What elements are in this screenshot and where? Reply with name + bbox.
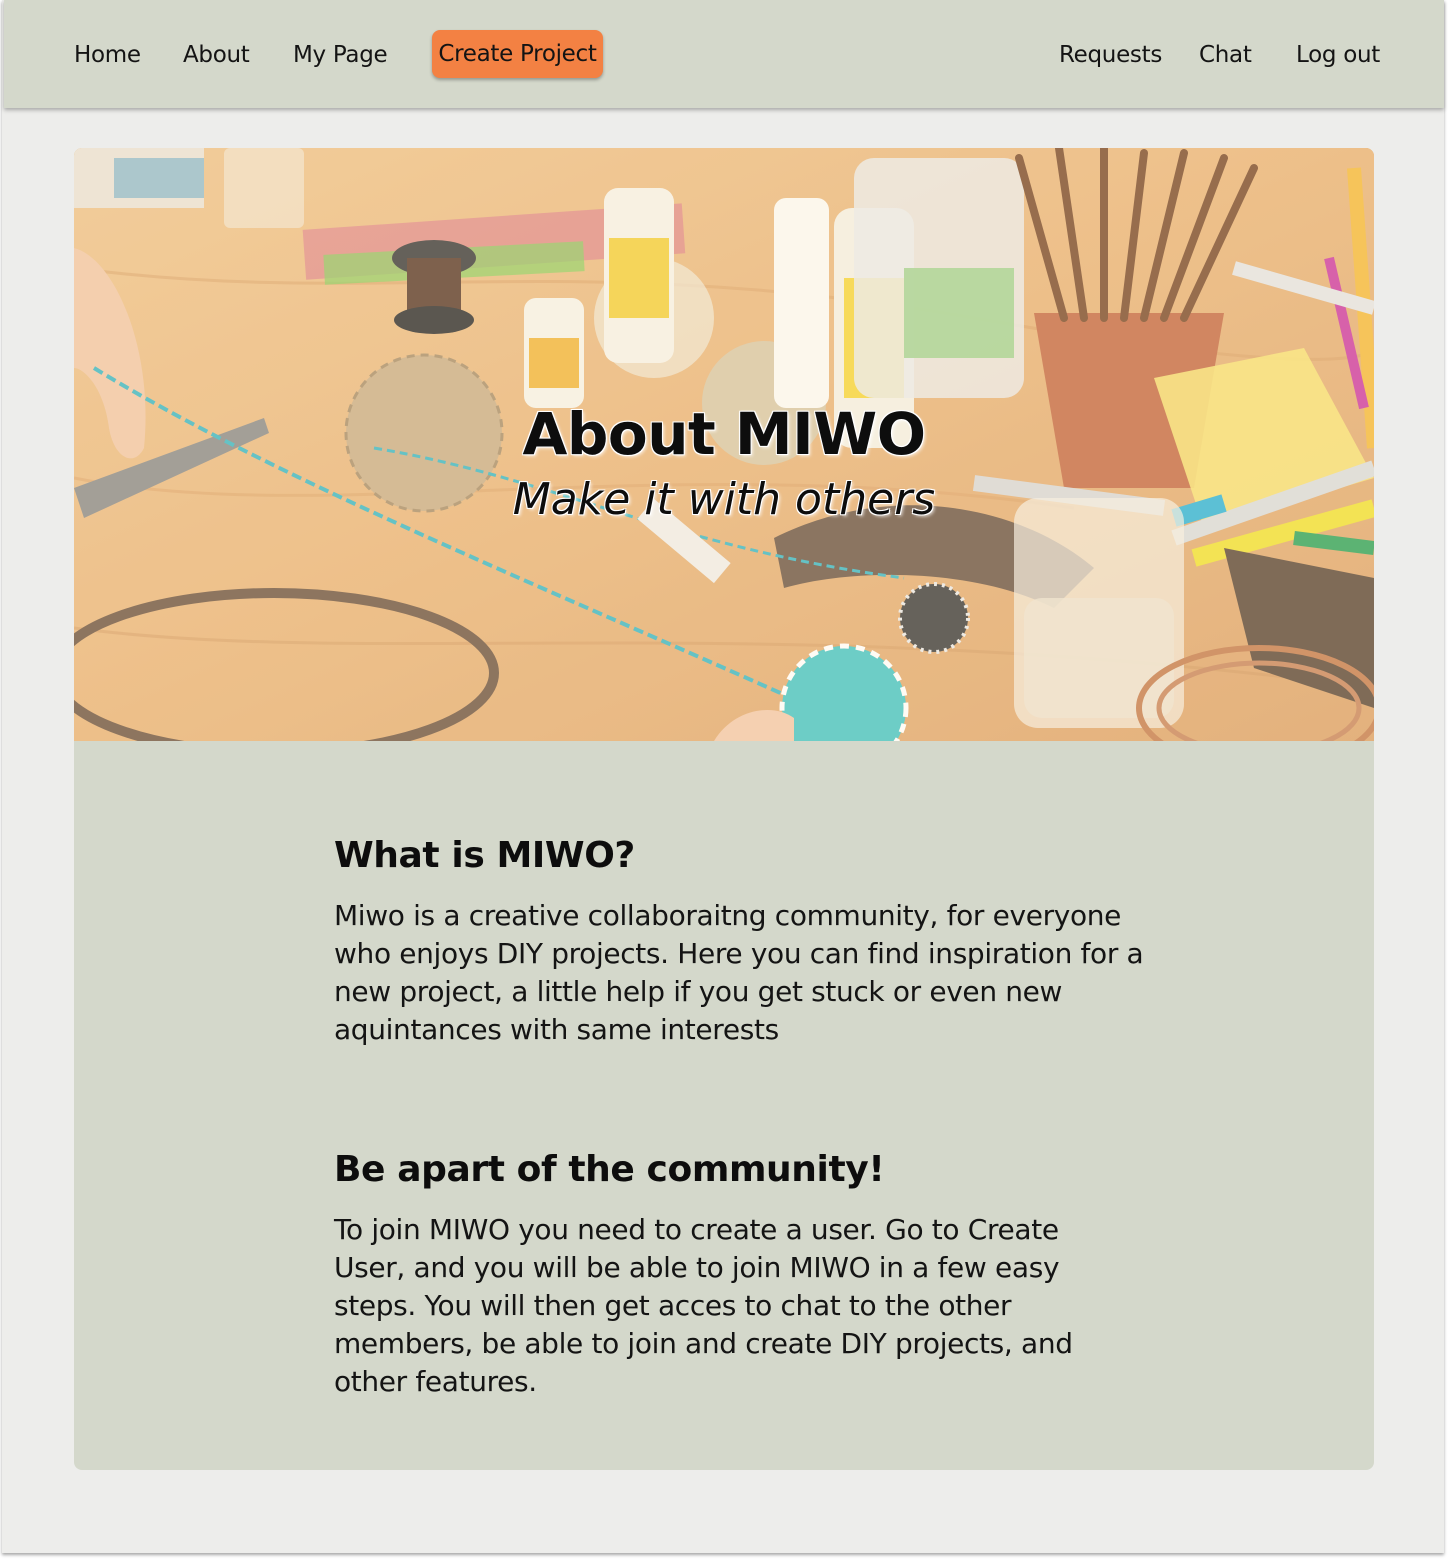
nav-about-link[interactable]: About [183,38,250,72]
section-heading-what-is-miwo: What is MIWO? [334,835,635,876]
about-card: About MIWO Make it with others What is M… [74,148,1374,1470]
section-heading-join-community: Be apart of the community! [334,1149,885,1190]
hero-title: About MIWO [522,400,926,468]
section-body-what-is-miwo: Miwo is a creative collaboraitng communi… [334,899,1144,1046]
nav-my-page-link[interactable]: My Page [293,38,388,72]
nav-chat-link[interactable]: Chat [1199,38,1252,72]
create-project-button[interactable]: Create Project [432,30,603,78]
nav-requests-link[interactable]: Requests [1059,38,1162,72]
top-navbar: Home About My Page Create Project Reques… [4,0,1444,108]
section-body-join-community: To join MIWO you need to create a user. … [334,1213,1073,1398]
hero-banner: About MIWO Make it with others [74,148,1374,741]
nav-log-out-link[interactable]: Log out [1296,38,1380,72]
nav-home-link[interactable]: Home [74,38,141,72]
hero-subtitle: Make it with others [512,474,936,525]
